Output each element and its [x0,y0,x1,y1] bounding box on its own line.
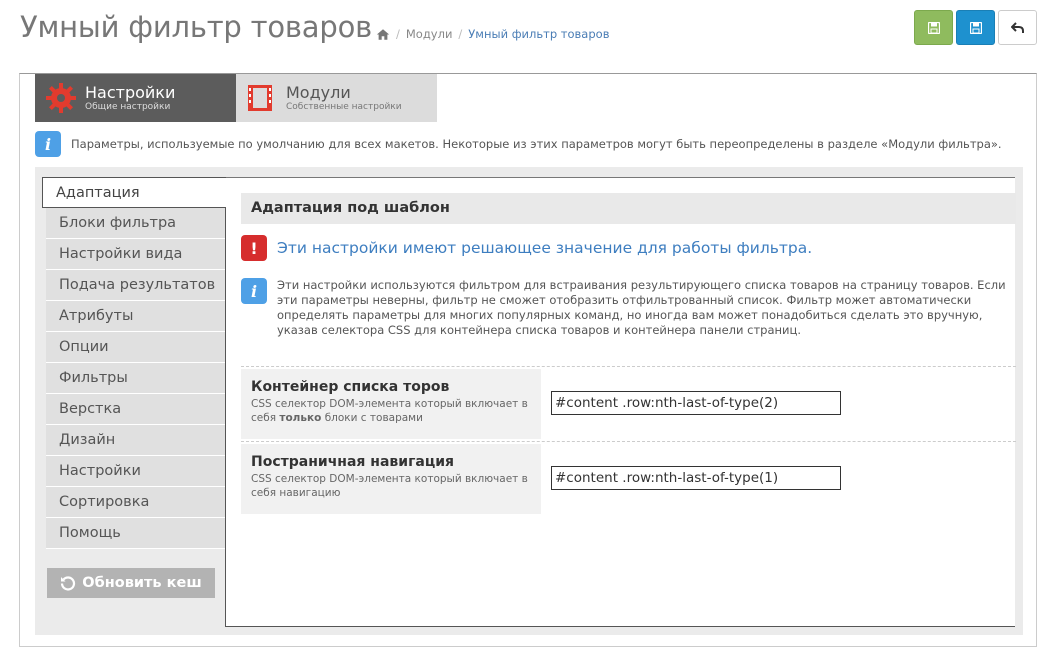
info-icon: i [35,131,61,157]
description-text: Эти настройки используются фильтром для … [277,278,1006,337]
sidebar-item-layout[interactable]: Верстка [46,394,225,425]
tab-settings-subtitle: Общие настройки [85,101,171,112]
sidebar-item-view-settings[interactable]: Настройки вида [46,239,225,270]
workspace: Адаптация Блоки фильтра Настройки вида П… [35,167,1023,635]
info-icon: i [241,278,267,304]
refresh-cache-label: Обновить кеш [82,575,202,591]
field-pagination: Постраничная навигация CSS селектор DOM-… [241,444,541,514]
tab-settings-title: Настройки [85,82,176,102]
sidebar-item-options[interactable]: Опции [46,332,225,363]
floppy-icon [969,21,982,34]
warning-text: Эти настройки имеют решающее значение дл… [277,239,813,257]
breadcrumb-link-current[interactable]: Умный фильтр товаров [468,27,609,41]
sidebar-item-design[interactable]: Дизайн [46,425,225,456]
refresh-cache-button[interactable]: Обновить кеш [47,568,215,598]
sidebar-item-attributes[interactable]: Атрибуты [46,301,225,332]
field-title: Постраничная навигация [251,454,455,470]
field-title: Контейнер списка торов [251,379,450,395]
save-and-stay-button[interactable] [956,10,995,45]
sidebar-item-sorting[interactable]: Сортировка [46,487,225,518]
info-text: Параметры, используемые по умолчанию для… [71,137,1002,151]
field-help: CSS селектор DOM-элемента который включа… [251,473,528,499]
tab-modules[interactable]: Модули Собственные настройки [236,74,437,122]
film-icon [248,85,272,111]
sidebar-item-help[interactable]: Помощь [46,518,225,549]
sidebar-item-settings[interactable]: Настройки [46,456,225,487]
tab-modules-title: Модули [286,82,351,102]
info-message: i Параметры, используемые по умолчанию д… [35,131,1002,157]
field-help: CSS селектор DOM-элемента который включа… [251,398,528,424]
sidebar-item-filters[interactable]: Фильтры [46,363,225,394]
content-area: Адаптация под шаблон ! Эти настройки име… [225,177,1016,627]
sidebar-item-filter-blocks[interactable]: Блоки фильтра [46,208,225,239]
tab-modules-subtitle: Собственные настройки [286,101,402,112]
warning-message: ! Эти настройки имеют решающее значение … [241,235,812,261]
save-button[interactable] [914,10,953,45]
description-block: i Эти настройки используются фильтром дл… [241,278,1011,338]
back-button[interactable] [998,10,1037,45]
pagination-selector-input[interactable]: #content .row:nth-last-of-type(1) [551,466,841,490]
floppy-icon [927,21,940,34]
sidebar-item-results[interactable]: Подача результатов [46,270,225,301]
breadcrumb: / Модули / Умный фильтр товаров [376,27,609,41]
breadcrumb-link-modules[interactable]: Модули [406,27,453,41]
exclamation-icon: ! [241,235,267,261]
section-title: Адаптация под шаблон [241,193,1016,224]
refresh-icon [61,576,76,591]
gear-icon [46,83,76,113]
home-icon[interactable] [376,28,390,41]
field-list-container: Контейнер списка торов CSS селектор DOM-… [241,369,541,439]
tab-settings[interactable]: Настройки Общие настройки [35,74,236,122]
tab-bar: Настройки Общие настройки Модули Собстве… [35,74,437,122]
list-container-selector-input[interactable]: #content .row:nth-last-of-type(2) [551,391,841,415]
sidebar-item-adaptation[interactable]: Адаптация [42,177,226,208]
sidebar-nav: Адаптация Блоки фильтра Настройки вида П… [42,177,226,549]
divider [241,441,1016,442]
breadcrumb-separator: / [396,27,400,41]
undo-icon [1010,21,1024,33]
page-title: Умный фильтр товаров [20,10,373,44]
settings-panel: Настройки Общие настройки Модули Собстве… [19,73,1037,647]
divider [241,366,1016,367]
breadcrumb-separator: / [458,27,463,41]
